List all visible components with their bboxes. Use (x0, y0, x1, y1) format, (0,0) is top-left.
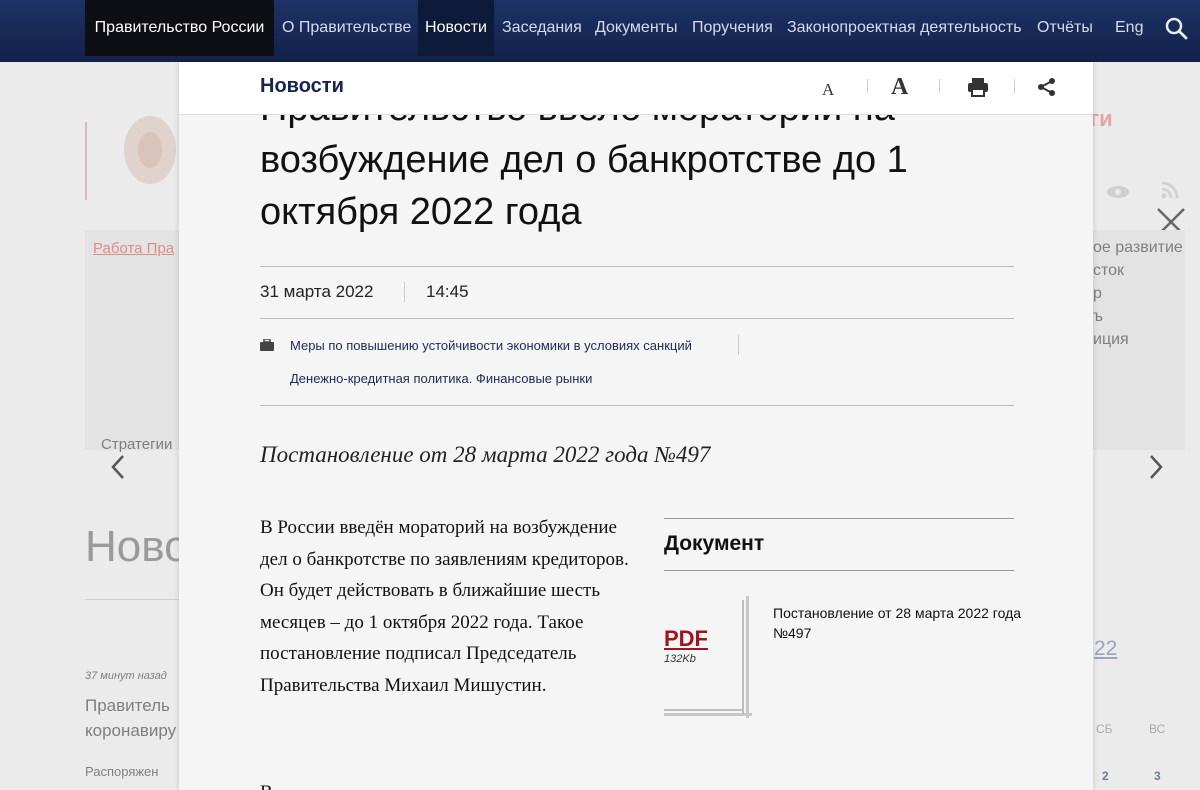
toolbar-separator (1014, 79, 1015, 93)
article-time: 14:45 (426, 282, 469, 301)
article-body-continued: В (260, 777, 640, 790)
bg-calendar-year[interactable]: 22 (1094, 637, 1117, 661)
section-label[interactable]: Новости (260, 75, 344, 98)
bg-weekday-sun: ВС (1149, 722, 1166, 736)
document-fold (664, 709, 744, 711)
bg-news-heading: Ново (85, 522, 189, 571)
nav-item-meetings[interactable]: Заседания (502, 0, 582, 56)
file-size: 132Kb (664, 653, 696, 665)
nav-item-news[interactable]: Новости (418, 0, 494, 56)
rss-icon[interactable] (1160, 180, 1180, 200)
toolbar-separator (939, 79, 940, 93)
document-fold (742, 600, 744, 714)
bg-item-line-2[interactable]: коронавиру (85, 721, 176, 741)
bg-item-line-1[interactable]: Правитель (85, 696, 170, 716)
bg-divider (85, 599, 185, 600)
bg-right-line-4: ъ (1093, 308, 1103, 325)
font-smaller-button[interactable]: A (822, 80, 834, 100)
nav-item-instructions[interactable]: Поручения (692, 0, 773, 56)
nav-home[interactable]: Правительство России (85, 0, 274, 56)
bg-item-line-3: Распоряжен (85, 764, 159, 779)
pdf-link[interactable]: PDF (664, 626, 708, 652)
nav-item-documents[interactable]: Документы (595, 0, 677, 56)
font-larger-button[interactable]: A (891, 74, 908, 101)
nav-item-english[interactable]: Eng (1115, 0, 1143, 56)
bg-right-line-5: иция (1093, 331, 1129, 348)
divider (260, 318, 1014, 319)
document-divider (664, 518, 1014, 519)
bg-work-link[interactable]: Работа Пра (93, 240, 174, 257)
tag-separator (738, 335, 739, 355)
bg-strategies: Стратегии (101, 436, 173, 453)
document-heading: Документ (664, 532, 765, 555)
eye-icon[interactable] (1106, 184, 1130, 200)
article-date: 31 марта 2022 (260, 282, 374, 301)
bg-day-3[interactable]: 3 (1154, 769, 1161, 783)
tag-sanctions-measures[interactable]: Меры по повышению устойчивости экономики… (290, 338, 692, 353)
article-toolbar: Новости A A (179, 62, 1093, 115)
chevron-left-icon[interactable] (108, 452, 128, 482)
bg-right-line-1: ое развитие (1093, 239, 1183, 256)
chevron-right-icon[interactable] (1146, 452, 1166, 482)
article-subtitle: Постановление от 28 марта 2022 года №497 (260, 442, 711, 467)
bg-day-2[interactable]: 2 (1102, 769, 1109, 783)
meta-separator (404, 282, 405, 302)
bg-right-line-3: р (1093, 285, 1102, 302)
tag-monetary-policy[interactable]: Денежно-кредитная политика. Финансовые р… (290, 371, 592, 386)
briefcase-icon (260, 339, 274, 351)
document-fold (664, 713, 752, 716)
top-navigation: Правительство России О Правительстве Нов… (0, 0, 1200, 62)
share-icon[interactable] (1037, 77, 1057, 97)
bg-time-ago: 37 минут назад (85, 670, 167, 682)
divider (260, 266, 1014, 267)
toolbar-separator (867, 79, 868, 93)
print-icon[interactable] (967, 77, 989, 97)
divider (260, 405, 1014, 406)
document-download[interactable]: PDF 132Kb (664, 596, 752, 718)
search-icon[interactable] (1164, 16, 1188, 40)
document-name[interactable]: Постановление от 28 марта 2022 года №497 (773, 603, 1023, 643)
article-modal: Новости A A Правительство ввело моратори… (179, 62, 1093, 790)
bg-red-fragment: ги (1090, 106, 1113, 131)
nav-item-about[interactable]: О Правительстве (282, 0, 411, 56)
nav-item-legislation[interactable]: Законопроектная деятельность (787, 0, 1022, 56)
flag-stripe (85, 122, 87, 200)
nav-item-reports[interactable]: Отчёты (1037, 0, 1093, 56)
document-fold (746, 596, 749, 718)
bg-right-line-2: сток (1093, 262, 1125, 279)
article-body: В России введён мораторий на возбуждение… (260, 517, 629, 696)
coat-of-arms-icon (124, 116, 176, 184)
bg-weekday-sat: СБ (1096, 722, 1113, 736)
document-divider (664, 570, 1014, 571)
